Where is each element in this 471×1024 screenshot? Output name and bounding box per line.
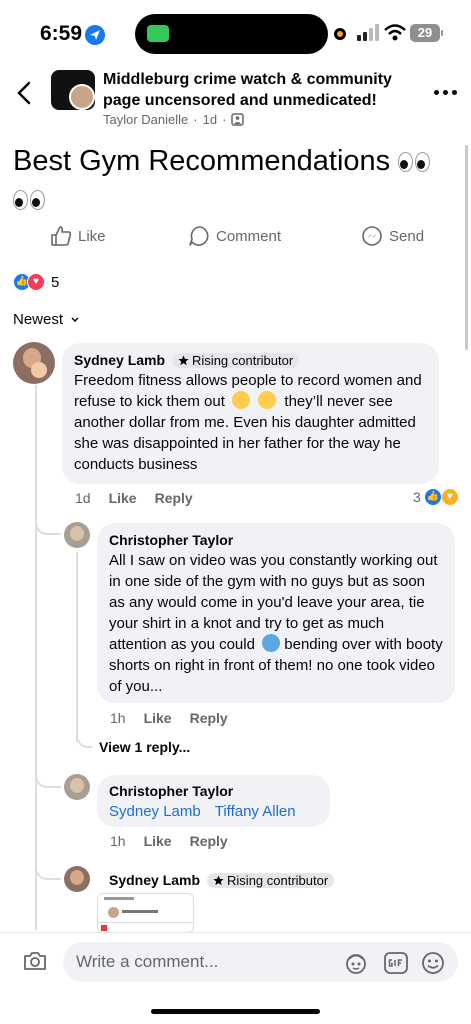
comment-bubble-icon: [189, 226, 209, 246]
comment-button[interactable]: Comment: [188, 225, 281, 247]
thread-connector: [76, 720, 92, 748]
commenter-name[interactable]: Christopher Taylor: [109, 532, 233, 548]
yawning-face-emoji-icon: [258, 391, 277, 409]
thumbs-up-icon: [51, 226, 72, 246]
comment-reply-button[interactable]: Reply: [190, 710, 228, 726]
like-button[interactable]: Like: [50, 225, 106, 247]
thread-connector: [35, 748, 61, 788]
comment-input[interactable]: Write a comment...: [63, 942, 458, 982]
send-button[interactable]: Send: [361, 225, 424, 247]
comment-screenshot-image[interactable]: [97, 893, 194, 933]
comment-like-button[interactable]: Like: [109, 490, 137, 506]
star-icon: [178, 354, 189, 365]
thread-connector: [35, 850, 61, 880]
view-replies-link[interactable]: View 1 reply...: [99, 739, 190, 755]
comment-bubble[interactable]: Sydney Lamb Rising contributor Freedom f…: [62, 343, 439, 484]
comment-time: 1d: [75, 490, 91, 506]
commenter-avatar[interactable]: [64, 866, 90, 892]
post-age: 1d: [202, 112, 218, 127]
more-options-icon[interactable]: [434, 80, 458, 104]
comment-time: 1h: [110, 710, 126, 726]
comment-reply-button[interactable]: Reply: [155, 490, 193, 506]
group-name[interactable]: Middleburg crime watch & community page …: [103, 69, 413, 111]
comment-input-placeholder: Write a comment...: [76, 952, 219, 971]
post-title-text: Best Gym Recommendations: [13, 145, 391, 177]
like-label: Like: [78, 227, 106, 245]
tagged-user-link[interactable]: Tiffany Allen: [215, 803, 296, 820]
yawning-face-emoji-icon: [232, 391, 251, 409]
comment-meta: 1h Like Reply: [110, 833, 228, 849]
comment-text: Freedom fitness allows people to record …: [74, 370, 427, 475]
reaction-count: 5: [51, 273, 60, 291]
privacy-indicator-icon: [334, 28, 346, 40]
cellular-signal-icon: [357, 24, 379, 41]
send-label: Send: [389, 227, 425, 245]
comment-like-button[interactable]: Like: [144, 833, 172, 849]
gif-icon[interactable]: [383, 950, 409, 976]
location-icon: [85, 25, 105, 45]
reaction-summary[interactable]: 👍 ♥ 5: [13, 273, 59, 291]
comment-meta: 1h Like Reply: [110, 710, 228, 726]
badge-label: Rising contributor: [192, 352, 294, 368]
facetime-icon: [147, 25, 169, 42]
comment-reactions[interactable]: 3 👍 ♥: [413, 488, 459, 506]
commenter-avatar[interactable]: [64, 774, 90, 800]
comment-time: 1h: [110, 833, 126, 849]
commenter-name[interactable]: Christopher Taylor: [109, 783, 233, 799]
thread-line: [76, 552, 78, 742]
comment-text: Sydney Lamb Tiffany Allen: [109, 801, 318, 822]
like-reaction-icon: 👍: [423, 488, 442, 506]
home-indicator[interactable]: [151, 1009, 320, 1014]
comment-bubble[interactable]: Christopher Taylor Sydney Lamb Tiffany Al…: [97, 775, 330, 827]
battery-indicator: 29: [410, 24, 443, 42]
status-time: 6:59: [40, 22, 83, 45]
group-privacy-icon: [231, 113, 245, 126]
post-action-bar: Like Comment Send: [0, 225, 471, 257]
comment-header: Sydney Lamb Rising contributor: [109, 872, 335, 888]
commenter-avatar[interactable]: [64, 522, 90, 548]
post-meta: Taylor Danielle · 1d ·: [103, 112, 245, 127]
wifi-icon: [384, 24, 406, 42]
eyes-emoji-icon: [398, 151, 432, 173]
comment-composer: Write a comment...: [0, 932, 471, 992]
comment-sort-dropdown[interactable]: Newest: [13, 311, 80, 328]
badge-label: Rising contributor: [227, 872, 329, 888]
comment-reaction-count: 3: [413, 489, 421, 505]
back-icon[interactable]: [14, 80, 36, 106]
care-reaction-icon: ♥: [440, 488, 459, 506]
comment-text: All I saw on video was you constantly wo…: [109, 550, 443, 697]
post-title: Best Gym Recommendations: [13, 142, 453, 218]
meta-separator: ·: [193, 112, 198, 127]
messenger-icon: [362, 226, 382, 246]
rising-contributor-badge: Rising contributor: [172, 352, 300, 368]
sort-label: Newest: [13, 311, 64, 328]
comment-bubble[interactable]: Christopher Taylor All I saw on video wa…: [97, 523, 455, 703]
scrollbar[interactable]: [465, 145, 468, 350]
comment-meta: 1d Like Reply: [75, 490, 193, 506]
comment-like-button[interactable]: Like: [144, 710, 172, 726]
thread-line: [35, 385, 37, 930]
camera-icon[interactable]: [22, 949, 48, 973]
commenter-name[interactable]: Sydney Lamb: [74, 352, 165, 368]
comment-reply-button[interactable]: Reply: [190, 833, 228, 849]
emoji-icon[interactable]: [420, 950, 446, 976]
group-avatar[interactable]: [51, 70, 95, 110]
love-reaction-icon: ♥: [27, 273, 45, 291]
author-avatar: [69, 84, 95, 110]
tagged-user-link[interactable]: Sydney Lamb: [109, 803, 201, 820]
chevron-down-icon: [71, 316, 79, 322]
dynamic-island: [135, 14, 328, 54]
avatar-sticker-icon[interactable]: [343, 950, 369, 976]
eyes-emoji-icon: [13, 189, 47, 211]
commenter-name[interactable]: Sydney Lamb: [109, 872, 200, 888]
meta-separator: ·: [222, 112, 227, 127]
status-bar: 6:59 29: [0, 0, 471, 60]
comment-label: Comment: [216, 227, 282, 245]
thread-connector: [35, 485, 61, 535]
star-icon: [213, 874, 224, 885]
rising-contributor-badge: Rising contributor: [207, 872, 335, 888]
commenter-avatar[interactable]: [13, 342, 55, 384]
post-author[interactable]: Taylor Danielle: [103, 112, 188, 127]
person-shrugging-emoji-icon: [262, 634, 281, 652]
